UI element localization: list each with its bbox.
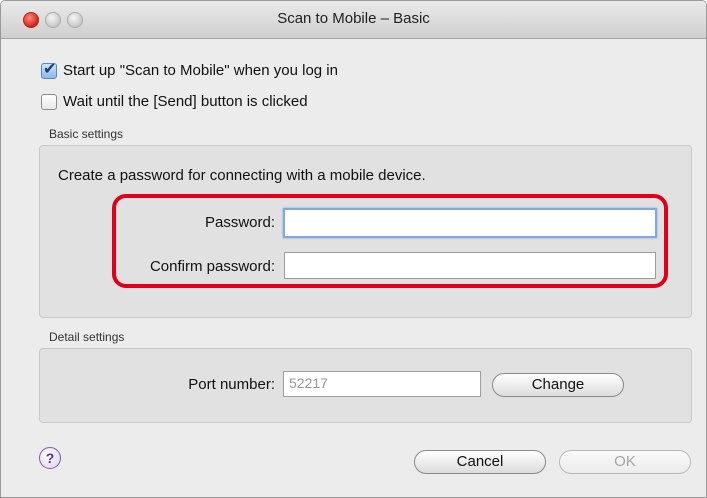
change-button[interactable]: Change [492, 373, 624, 397]
ok-button[interactable]: OK [559, 450, 691, 474]
wait-label: Wait until the [Send] button is clicked [63, 93, 308, 110]
title-bar[interactable]: Scan to Mobile – Basic [1, 1, 706, 39]
wait-checkbox[interactable] [41, 93, 57, 110]
startup-label: Start up "Scan to Mobile" when you log i… [63, 62, 338, 79]
help-icon[interactable]: ? [39, 447, 61, 469]
startup-option[interactable]: ✔ Start up "Scan to Mobile" when you log… [41, 61, 338, 79]
checkmark-icon: ✔ [43, 60, 57, 78]
basic-settings-label: Basic settings [49, 127, 124, 141]
password-description: Create a password for connecting with a … [58, 167, 426, 184]
startup-checkbox[interactable]: ✔ [41, 61, 57, 79]
port-number-field: 52217 [283, 371, 481, 397]
window-title: Scan to Mobile – Basic [277, 10, 430, 27]
wait-option[interactable]: Wait until the [Send] button is clicked [41, 93, 308, 110]
dialog-window: Scan to Mobile – Basic ✔ Start up "Scan … [0, 0, 707, 498]
port-number-label: Port number: [188, 376, 275, 393]
password-fields-highlight [112, 194, 668, 288]
cancel-button[interactable]: Cancel [414, 450, 546, 474]
detail-settings-label: Detail settings [49, 330, 125, 344]
